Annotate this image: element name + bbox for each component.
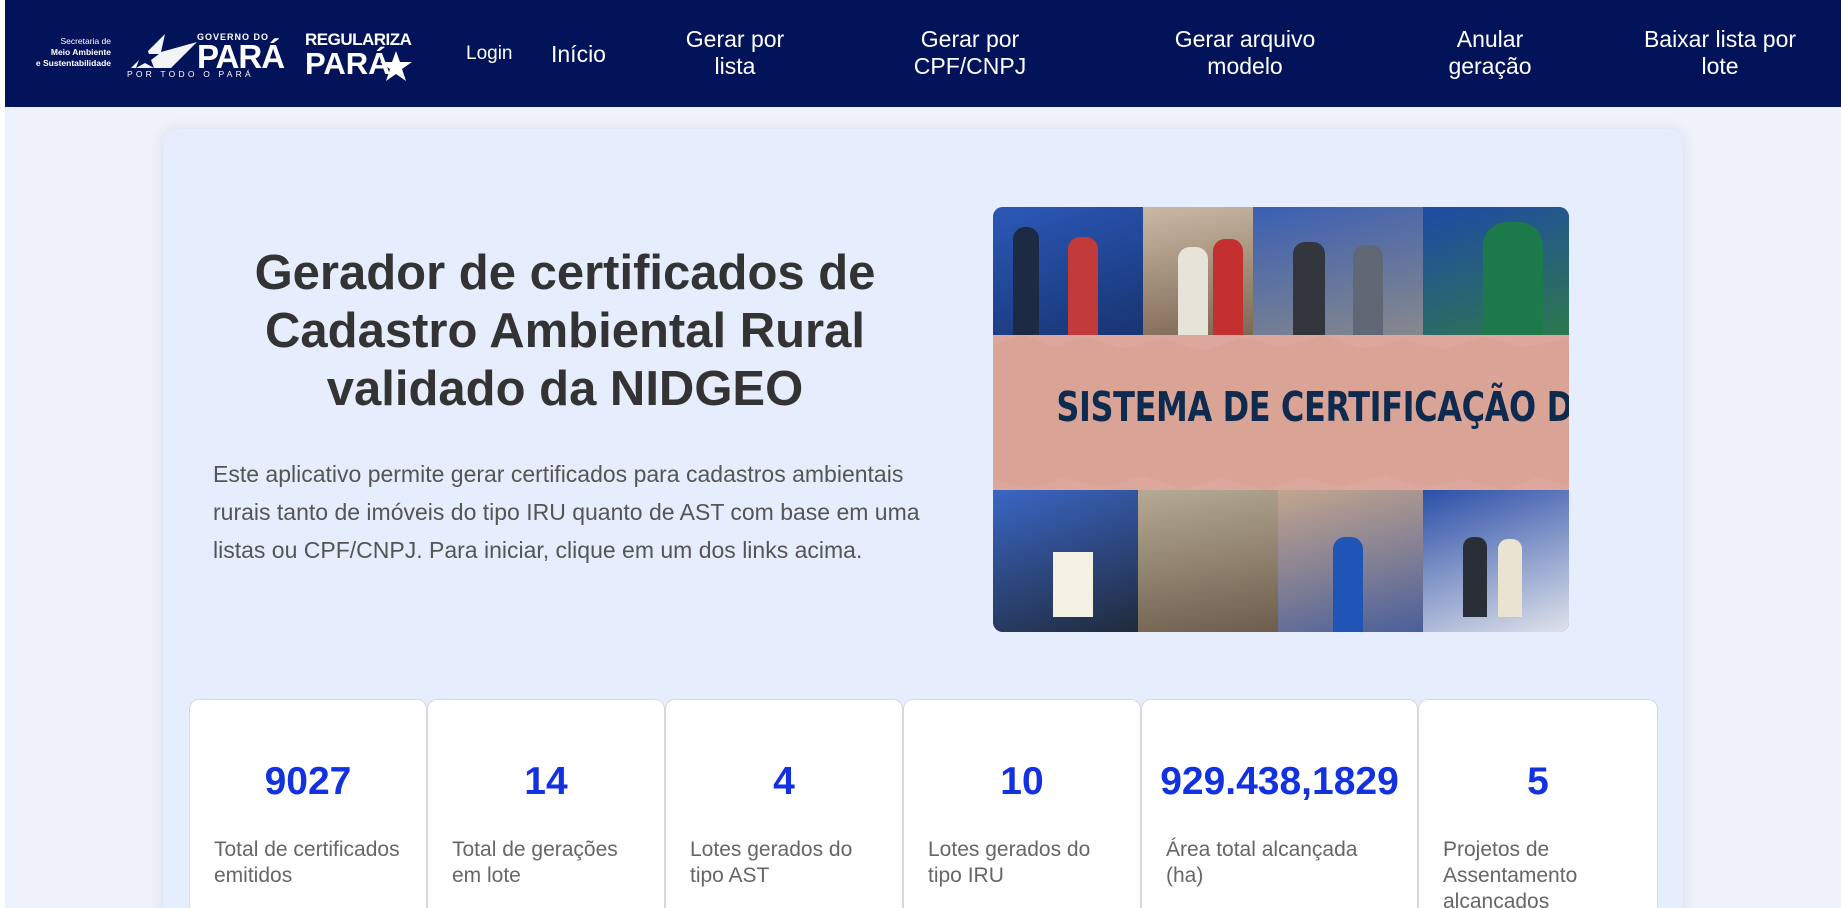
- photo-figure: [1013, 227, 1039, 337]
- nav-inicio[interactable]: Início: [551, 41, 606, 68]
- regulariza-para-wordmark: PARÁ: [305, 46, 391, 81]
- stat-value: 4: [773, 760, 795, 803]
- regulariza-para-logo: REGULARIZA PARÁ: [301, 28, 421, 81]
- stat-card-certificados: 9027 Total de certificados emitidos: [189, 699, 427, 908]
- photo-figure: [1068, 237, 1098, 342]
- photo-certificate: [1053, 552, 1093, 617]
- photo-figure: [1353, 245, 1383, 342]
- stat-label: Lotes gerados do tipo AST: [690, 838, 853, 887]
- stat-card-area-total: 929.438,1829 Área total alcançada (ha): [1141, 699, 1418, 908]
- semas-logo-line-2: Meio Ambiente: [50, 47, 111, 57]
- photo-figure: [1483, 222, 1543, 342]
- stat-label: Lotes gerados do tipo IRU: [928, 838, 1091, 887]
- stat-label: Área total alcançada (ha): [1166, 838, 1358, 887]
- stat-value: 14: [524, 760, 568, 803]
- stat-label: Total de gerações em lote: [452, 838, 618, 887]
- photo-figure: [1498, 539, 1522, 617]
- nav-gerar-por-lista[interactable]: Gerar por lista: [665, 26, 805, 80]
- photo-figure: [1293, 242, 1325, 342]
- semas-logo-line-3: e Sustentabilidade: [35, 58, 111, 68]
- hero-description: Este aplicativo permite gerar certificad…: [213, 461, 920, 563]
- governo-para-logo: GOVERNO DO PARÁ POR TODO O PARÁ: [125, 30, 285, 79]
- page-edge: [0, 0, 5, 908]
- nav-anular-geracao[interactable]: Anular geração: [1425, 26, 1555, 80]
- star-flag-icon: [131, 34, 197, 68]
- photo-figure: [1178, 247, 1208, 342]
- top-navbar: Secretaria de Meio Ambiente e Sustentabi…: [5, 0, 1841, 107]
- photo-tile: [1253, 207, 1423, 342]
- photo-figure: [1213, 239, 1243, 342]
- stat-label: Projetos de Assentamento alcançados: [1443, 838, 1578, 908]
- nav-login[interactable]: Login: [466, 43, 513, 65]
- stat-value: 929.438,1829: [1160, 760, 1399, 803]
- star-icon: [380, 51, 412, 81]
- page-title: Gerador de certificados de Cadastro Ambi…: [254, 246, 876, 416]
- nav-baixar-lista-por-lote[interactable]: Baixar lista por lote: [1625, 26, 1815, 80]
- stat-value: 5: [1527, 760, 1549, 803]
- photo-figure: [1463, 537, 1487, 617]
- stat-value: 9027: [264, 760, 352, 803]
- photo-figure: [1333, 537, 1363, 632]
- photo-tile: [1423, 490, 1569, 632]
- nav-gerar-por-cpf-cnpj[interactable]: Gerar por CPF/CNPJ: [885, 26, 1055, 80]
- hero-image: SISTEMA DE CERTIFICAÇÃO DE CAR: [993, 207, 1569, 632]
- photo-tile: [1138, 490, 1278, 632]
- stat-card-geracoes-lote: 14 Total de gerações em lote: [427, 699, 665, 908]
- semas-logo-line-1: Secretaria de: [60, 36, 111, 46]
- nav-gerar-arquivo-modelo[interactable]: Gerar arquivo modelo: [1155, 26, 1335, 80]
- stat-card-projetos-assentamento: 5 Projetos de Assentamento alcançados: [1418, 699, 1658, 908]
- hero-image-title: SISTEMA DE CERTIFICAÇÃO DE CAR: [1056, 383, 1569, 431]
- stat-card-lotes-ast: 4 Lotes gerados do tipo AST: [665, 699, 903, 908]
- stat-value: 10: [1000, 760, 1044, 803]
- stat-label: Total de certificados emitidos: [214, 838, 400, 887]
- stat-card-lotes-iru: 10 Lotes gerados do tipo IRU: [903, 699, 1141, 908]
- para-tagline: POR TODO O PARÁ: [127, 69, 254, 79]
- semas-logo: Secretaria de Meio Ambiente e Sustentabi…: [23, 36, 111, 69]
